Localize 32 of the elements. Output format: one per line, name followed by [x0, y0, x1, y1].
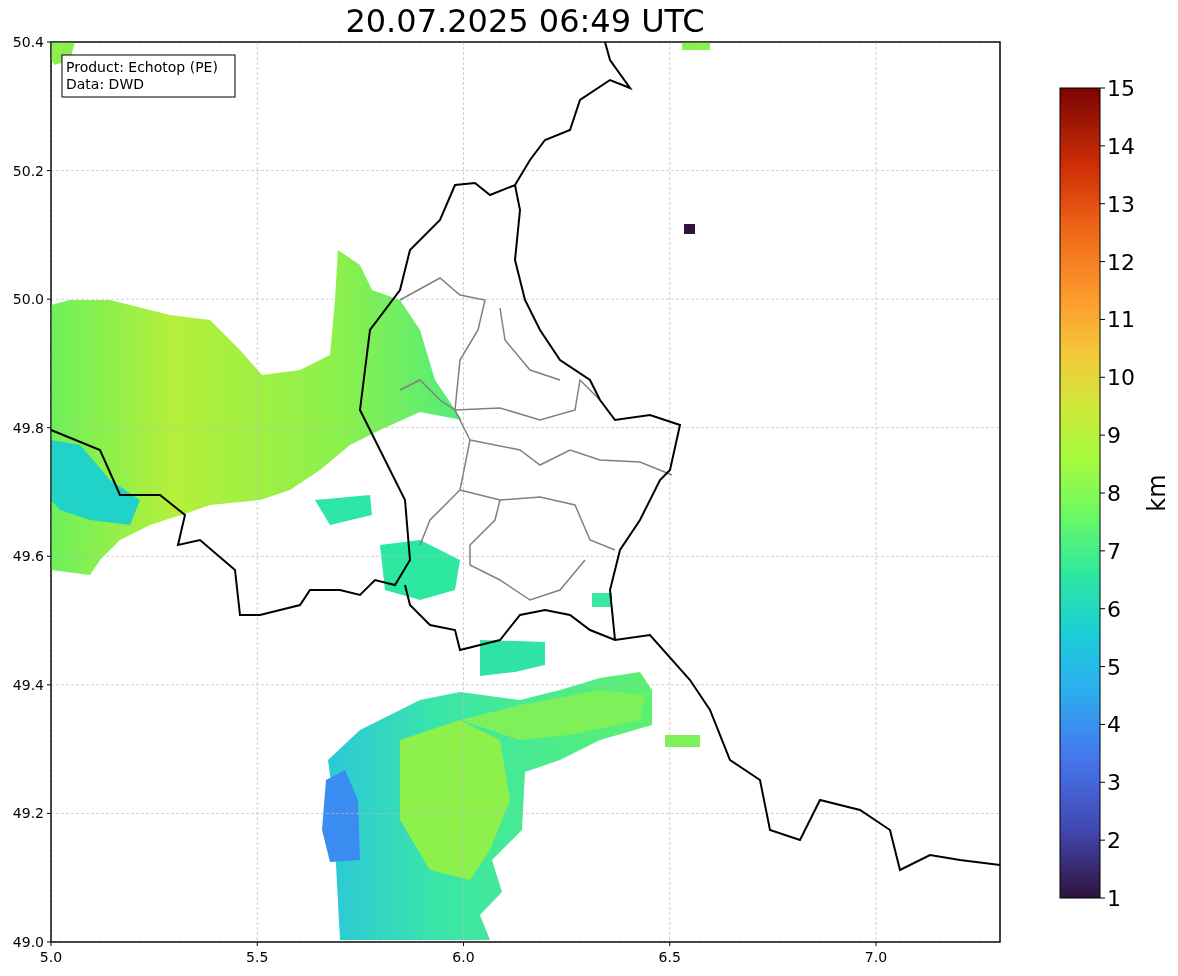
x-axis-tick-label: 6.5 — [658, 949, 681, 965]
y-axis-tick-label: 50.4 — [12, 34, 44, 50]
colorbar-label: km — [1143, 474, 1171, 512]
colorbar-tick-label: 12 — [1107, 249, 1135, 275]
colorbar-tick-label: 11 — [1107, 307, 1135, 333]
colorbar-tick-label: 15 — [1107, 76, 1135, 101]
x-axis-tick-label: 6.0 — [452, 949, 475, 965]
y-axis-tick-label: 49.6 — [12, 548, 44, 565]
x-axis-tick-label: 5.0 — [39, 949, 63, 965]
colorbar-tick-label: 8 — [1107, 481, 1121, 506]
colorbar-tick-label: 4 — [1107, 712, 1121, 738]
legend-text: Product: Echotop (PE) — [66, 59, 218, 75]
y-axis-tick-label: 50.0 — [12, 291, 44, 308]
colorbar-tick-label: 6 — [1107, 596, 1121, 622]
y-axis-tick-label: 50.2 — [12, 162, 44, 179]
colorbar-tick-label: 9 — [1107, 423, 1121, 449]
colorbar-tick-label: 1 — [1107, 886, 1121, 911]
colorbar-tick-label: 13 — [1107, 191, 1135, 217]
legend-text: Data: DWD — [66, 76, 144, 92]
colorbar-tick-label: 10 — [1107, 365, 1135, 391]
y-axis-tick-label: 49.0 — [12, 934, 44, 950]
chart-title: 20.07.2025 06:49 UTC — [345, 5, 705, 37]
colorbar-tick-label: 3 — [1107, 770, 1121, 796]
y-axis-tick-label: 49.8 — [12, 419, 44, 436]
colorbar-tick-label: 2 — [1107, 828, 1121, 854]
x-axis-tick-label: 5.5 — [246, 949, 269, 965]
colorbar-tick-label: 5 — [1107, 654, 1121, 680]
x-axis-tick-label: 7.0 — [864, 949, 888, 965]
y-axis-tick-label: 49.2 — [12, 805, 44, 822]
y-axis-tick-label: 49.4 — [12, 676, 44, 693]
colorbar-tick-label: 7 — [1107, 538, 1121, 564]
colorbar-tick-label: 14 — [1107, 133, 1135, 159]
